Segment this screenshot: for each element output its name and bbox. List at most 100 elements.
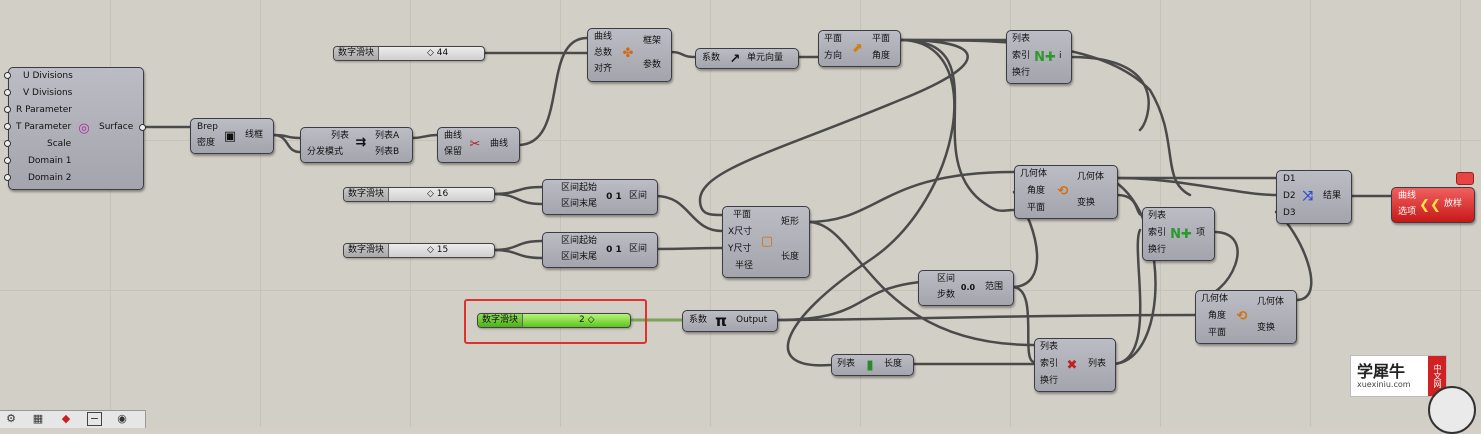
loft-component[interactable]: 曲线 选项 ❮❮ 放样 xyxy=(1391,187,1475,223)
input-x-size: X尺寸 xyxy=(728,227,753,237)
minus-icon[interactable]: − xyxy=(87,412,102,426)
input-domain: 区间 xyxy=(937,274,956,284)
input-options: 选项 xyxy=(1398,207,1417,217)
list-shift-component[interactable]: 列表 索引 换行 ✖ 列表 xyxy=(1034,338,1116,392)
input-u-divisions: U Divisions xyxy=(23,71,73,81)
input-domain-end: 区间末尾 xyxy=(561,199,598,209)
surface-component[interactable]: U Divisions V Divisions R Parameter T Pa… xyxy=(8,67,144,190)
port[interactable] xyxy=(4,89,11,96)
port[interactable] xyxy=(4,72,11,79)
number-slider-15[interactable]: 数字滑块 ◇ 15 xyxy=(343,243,495,258)
output-list-b: 列表B xyxy=(375,147,400,157)
construct-domain-component-2[interactable]: 区间起始 区间末尾 0 1 区间 xyxy=(542,232,658,268)
slider-value: ◇ 16 xyxy=(427,189,449,199)
output-frames: 框架 xyxy=(643,36,662,46)
port[interactable] xyxy=(4,157,11,164)
output-domain: 区间 xyxy=(629,191,648,201)
port[interactable] xyxy=(4,140,11,147)
pi-icon: π xyxy=(715,312,727,330)
shaded-preview-icon[interactable]: ◆ xyxy=(58,412,74,426)
slider-value: ◇ 44 xyxy=(427,48,449,58)
input-v-divisions: V Divisions xyxy=(23,88,73,98)
port[interactable] xyxy=(4,106,11,113)
output-geometry: 几何体 xyxy=(1077,172,1105,182)
output-result: 结果 xyxy=(1323,191,1342,201)
torus-icon: ◎ xyxy=(78,120,90,136)
number-slider-44[interactable]: 数字滑块 ◇ 44 xyxy=(333,46,485,61)
input-align: 对齐 xyxy=(594,64,613,74)
port[interactable] xyxy=(139,124,146,131)
input-radius: 半径 xyxy=(735,261,754,271)
input-plane: 平面 xyxy=(1027,203,1046,213)
port[interactable] xyxy=(4,123,11,130)
input-domain-end: 区间末尾 xyxy=(561,252,598,262)
input-geometry: 几何体 xyxy=(1201,294,1229,304)
dispatch-icon: ⇉ xyxy=(355,134,367,150)
construct-domain-component-1[interactable]: 区间起始 区间末尾 0 1 区间 xyxy=(542,179,658,215)
logo-url: xuexiniu.com xyxy=(1357,380,1411,389)
dispatch-component[interactable]: 列表 分发模式 ⇉ 列表A 列表B xyxy=(300,127,413,163)
output-item: i xyxy=(1059,51,1062,61)
output-domain: 区间 xyxy=(629,244,648,254)
list-item-component-top[interactable]: 列表 索引 换行 N✚ i xyxy=(1006,30,1072,84)
input-wrap: 换行 xyxy=(1148,245,1167,255)
input-d2: D2 xyxy=(1283,191,1296,201)
weave-component[interactable]: D1 D2 D3 ⤨ 结果 xyxy=(1276,170,1352,224)
rotate-component-top[interactable]: 几何体 角度 平面 ⟲ 几何体 变换 xyxy=(1014,165,1118,219)
canvas-toolbar: ⚙ ▦ ◆ − ◉ xyxy=(0,410,146,428)
plane-icon: ⬈ xyxy=(851,40,863,56)
curve-cull-component[interactable]: 曲线 保留 ✂ 曲线 xyxy=(437,127,520,163)
input-y-size: Y尺寸 xyxy=(728,244,752,254)
pi-component[interactable]: 系数 π Output xyxy=(682,310,778,332)
number-slider-16[interactable]: 数字滑块 ◇ 16 xyxy=(343,187,495,202)
input-count: 总数 xyxy=(594,48,613,58)
input-direction: 方向 xyxy=(824,51,843,61)
output-list-a: 列表A xyxy=(375,131,400,141)
input-wrap: 换行 xyxy=(1012,68,1031,78)
input-domain-2: Domain 2 xyxy=(28,173,72,183)
list-item-icon: N✚ xyxy=(1170,226,1192,242)
slider-name: 数字滑块 xyxy=(478,314,524,327)
loft-icon: ❮❮ xyxy=(1419,197,1441,213)
input-curve: 曲线 xyxy=(594,32,613,42)
number-slider-2[interactable]: 数字滑块 2 ◇ xyxy=(477,313,631,328)
input-domain-start: 区间起始 xyxy=(561,183,598,193)
input-index: 索引 xyxy=(1148,228,1167,238)
input-scale: Scale xyxy=(47,139,72,149)
preview-mesh-icon[interactable]: ▦ xyxy=(30,412,46,426)
slider-value: ◇ 15 xyxy=(427,245,449,255)
render-icon[interactable]: ◉ xyxy=(114,412,130,426)
rectangle-component[interactable]: 平面 X尺寸 Y尺寸 半径 ▢ 矩形 长度 xyxy=(722,206,810,278)
brep-wireframe-component[interactable]: Brep 密度 ▣ 线框 xyxy=(190,118,274,154)
port[interactable] xyxy=(4,174,11,181)
output-geometry: 几何体 xyxy=(1257,297,1285,307)
list-shift-icon: ✖ xyxy=(1066,357,1078,373)
input-geometry: 几何体 xyxy=(1020,169,1048,179)
rotate-icon: ⟲ xyxy=(1057,183,1069,199)
rotate-component-bottom[interactable]: 几何体 角度 平面 ⟲ 几何体 变换 xyxy=(1195,290,1297,344)
input-plane: 平面 xyxy=(733,210,752,220)
range-component[interactable]: 区间 步数 0.0 范围 xyxy=(918,270,1014,306)
site-logo: 学犀牛 xuexiniu.com 中文网 xyxy=(1350,355,1447,397)
input-list: 列表 xyxy=(1012,34,1031,44)
input-factor: 系数 xyxy=(689,315,708,325)
input-angle: 角度 xyxy=(1027,186,1046,196)
slider-value: 2 ◇ xyxy=(579,315,595,325)
error-bubble-icon[interactable] xyxy=(1456,172,1474,185)
curve-frames-component[interactable]: 曲线 总数 对齐 ✤ 框架 参数 xyxy=(587,28,672,82)
input-angle: 角度 xyxy=(1208,311,1227,321)
output-loft: 放样 xyxy=(1444,199,1463,209)
output-rectangle: 矩形 xyxy=(781,217,800,227)
input-wrap: 换行 xyxy=(1040,376,1059,386)
frames-icon: ✤ xyxy=(622,45,634,61)
unit-z-component[interactable]: 系数 ↗ 单元向量 xyxy=(695,48,799,69)
input-list: 列表 xyxy=(331,131,350,141)
input-index: 索引 xyxy=(1040,359,1059,369)
list-length-component[interactable]: 列表 ▮ 长度 xyxy=(831,354,914,376)
align-plane-component[interactable]: 平面 方向 ⬈ 平面 角度 xyxy=(818,30,901,67)
settings-icon[interactable]: ⚙ xyxy=(3,412,19,426)
input-list: 列表 xyxy=(1148,211,1167,221)
output-transform: 变换 xyxy=(1257,323,1276,333)
list-item-component-mid[interactable]: 列表 索引 换行 N✚ 项 xyxy=(1142,207,1215,261)
list-length-icon: ▮ xyxy=(866,357,874,373)
